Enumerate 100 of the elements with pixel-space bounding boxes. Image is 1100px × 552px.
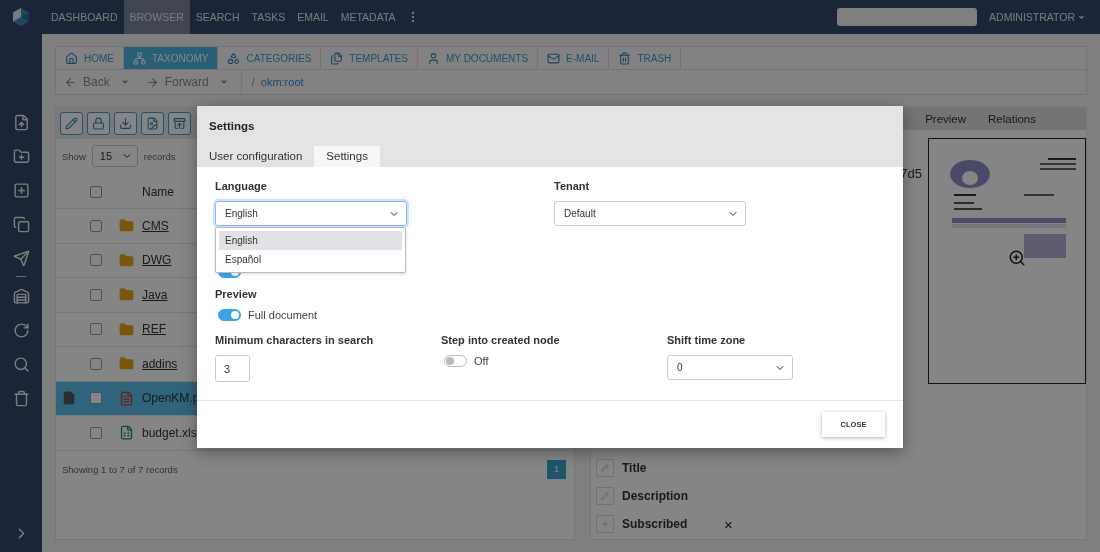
folder-link[interactable]: addins	[142, 356, 178, 371]
nav-item[interactable]: SEARCH	[189, 0, 246, 34]
user-icon	[427, 51, 441, 65]
section-tab[interactable]: MY DOCUMENTS	[418, 47, 539, 69]
section-tab[interactable]: TEMPLATES	[321, 47, 419, 69]
plus-icon	[601, 520, 609, 528]
property-label: Title	[622, 461, 648, 475]
spreadsheet-icon	[119, 425, 134, 441]
dropdown-option[interactable]: English	[219, 231, 402, 250]
toolbar-button[interactable]	[60, 112, 83, 135]
dialog-title: Settings	[209, 120, 256, 132]
property-label: Subscribed	[622, 517, 689, 531]
back-button[interactable]: Back	[56, 75, 138, 89]
dialog-tab[interactable]: User configuration	[209, 146, 315, 167]
field-label: Preview	[215, 288, 258, 300]
row-checkbox[interactable]	[90, 323, 102, 336]
toolbar-button[interactable]	[141, 112, 164, 135]
download-icon	[119, 117, 132, 130]
folder-link[interactable]: REF	[142, 322, 166, 337]
send-icon[interactable]	[12, 250, 30, 267]
arrow-right-icon	[145, 75, 159, 89]
dropdown-option[interactable]: Español	[219, 250, 402, 269]
folder-icon	[119, 287, 134, 303]
row-checkbox[interactable]	[90, 426, 102, 439]
home-icon[interactable]	[12, 288, 30, 305]
taxonomy-icon	[133, 51, 146, 65]
nav-item[interactable]: EMAIL	[291, 0, 335, 34]
breadcrumb-separator: /	[251, 76, 255, 88]
categories-icon	[227, 51, 241, 65]
forward-button[interactable]: Forward	[137, 75, 237, 89]
search-icon[interactable]	[12, 356, 30, 373]
field-label: Step into created node	[441, 334, 561, 346]
toolbar-button[interactable]	[114, 112, 137, 135]
row-checkbox[interactable]	[90, 288, 102, 301]
section-tab[interactable]: TRASH	[609, 47, 682, 69]
document-id: 7d5	[900, 166, 922, 181]
property-label: Description	[622, 489, 689, 503]
property-value[interactable]: ×	[724, 515, 733, 533]
edit-icon	[65, 117, 78, 130]
details-tab[interactable]: Preview	[925, 113, 967, 125]
document-icon	[62, 391, 76, 406]
field-label: Language	[215, 180, 268, 192]
toolbar-button[interactable]	[87, 112, 110, 135]
folder-icon	[119, 218, 134, 234]
folder-link[interactable]: DWG	[142, 253, 172, 268]
archive-icon	[173, 117, 186, 130]
time-zone-select[interactable]: 0	[667, 355, 793, 380]
file-name[interactable]: budget.xls	[142, 425, 197, 440]
templates-icon	[330, 51, 344, 65]
page-button[interactable]: 1	[547, 459, 566, 479]
folder-plus-icon[interactable]	[12, 148, 30, 165]
select-all-checkbox[interactable]	[90, 185, 102, 198]
zoom-in-icon[interactable]	[1008, 249, 1026, 267]
column-header[interactable]: Name	[142, 184, 174, 199]
records-label: records	[143, 150, 176, 162]
toggle-switch[interactable]	[444, 355, 467, 367]
page-size-select[interactable]: 15	[91, 145, 138, 167]
row-checkbox[interactable]	[90, 357, 102, 370]
nav-item[interactable]: TASKS	[245, 0, 292, 34]
refresh-icon[interactable]	[12, 322, 30, 339]
folder-link[interactable]: Java	[142, 287, 168, 302]
tenant-select[interactable]: Default	[554, 201, 746, 226]
details-tab[interactable]: Relations	[988, 113, 1036, 125]
number-field[interactable]: 3	[215, 355, 250, 382]
records-summary: Showing 1 to 7 of 7 records	[62, 463, 178, 475]
file-upload-icon[interactable]	[12, 114, 30, 131]
document-thumbnail-drawing[interactable]	[928, 138, 1086, 384]
user-menu[interactable]: ADMINISTRATOR	[989, 11, 1086, 23]
pencil-icon	[601, 492, 609, 500]
copy-icon[interactable]	[12, 216, 30, 233]
search-field[interactable]	[837, 8, 978, 26]
section-tab[interactable]: CATEGORIES	[218, 47, 322, 69]
section-tab[interactable]: TAXONOMY	[124, 47, 219, 69]
folder-icon	[119, 321, 134, 337]
arrow-left-icon	[64, 75, 77, 89]
add-icon[interactable]	[12, 182, 30, 199]
lock-icon	[92, 117, 105, 130]
pencil-icon	[601, 464, 609, 472]
folder-link[interactable]: CMS	[142, 218, 169, 233]
row-checkbox[interactable]	[90, 254, 102, 267]
folder-icon	[119, 356, 134, 372]
delete-icon[interactable]	[12, 390, 30, 407]
home-icon	[65, 51, 78, 65]
row-checkbox[interactable]	[90, 219, 102, 232]
mail-icon	[547, 51, 561, 65]
row-checkbox[interactable]	[90, 392, 102, 405]
nav-item[interactable]: METADATA	[334, 0, 402, 34]
nav-item[interactable]: DASHBOARD	[45, 0, 124, 34]
edit-button[interactable]	[596, 459, 614, 477]
breadcrumb-link[interactable]: okm:root	[260, 76, 304, 88]
toolbar-button[interactable]	[168, 112, 191, 135]
image-file-icon	[146, 117, 159, 130]
logo-icon[interactable]	[11, 7, 31, 27]
toggle-switch[interactable]	[218, 309, 241, 321]
field-label: Tenant	[554, 180, 591, 192]
trash-icon	[618, 51, 632, 65]
language-select[interactable]: English	[215, 201, 407, 226]
dialog-tab[interactable]: Settings	[314, 146, 380, 167]
section-tab[interactable]: E-MAIL	[538, 47, 610, 69]
caret-icon	[218, 77, 229, 87]
